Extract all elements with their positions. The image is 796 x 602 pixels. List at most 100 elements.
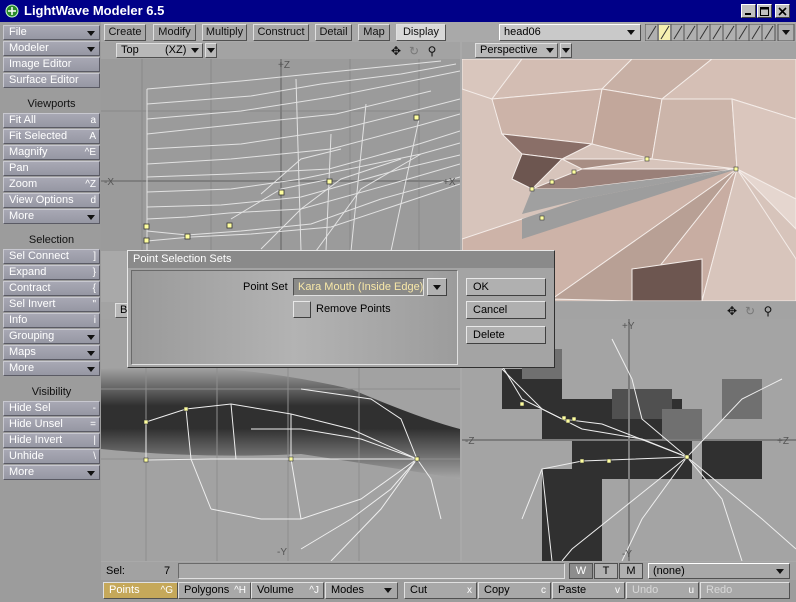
tab-detail[interactable]: Detail [315, 24, 352, 41]
cut-button[interactable]: Cut x [404, 582, 477, 599]
remove-points-checkbox[interactable] [293, 301, 311, 318]
window-title: LightWave Modeler 6.5 [24, 3, 165, 18]
viewport-view-select[interactable]: Top (XZ) [116, 43, 203, 58]
axis-label: +Z [278, 60, 290, 71]
sel-invert-button[interactable]: Sel Invert " [3, 297, 100, 312]
tab-display[interactable]: Display [396, 24, 446, 41]
fit-all-button[interactable]: Fit All a [3, 113, 100, 128]
move-view-icon[interactable]: ✥ [724, 303, 740, 318]
dropdown-arrow-icon [627, 30, 635, 35]
tab-multiply[interactable]: Multiply [202, 24, 247, 41]
delete-button[interactable]: Delete [466, 326, 546, 344]
fit-selected-button[interactable]: Fit Selected A [3, 129, 100, 144]
dropdown-arrow-icon [191, 48, 199, 53]
left-toolbar: File Modeler Image Editor Surface Editor… [0, 22, 101, 602]
lightwave-app-icon[interactable] [4, 3, 20, 19]
info-button[interactable]: Info i [3, 313, 100, 328]
magnify-button[interactable]: Magnify ^E [3, 145, 100, 160]
morph-button[interactable]: M [619, 563, 643, 579]
view-options-button[interactable]: View Options d [3, 193, 100, 208]
axis-label: -Y [277, 547, 287, 558]
minimize-button[interactable] [741, 4, 756, 18]
zoom-button[interactable]: Zoom ^Z [3, 177, 100, 192]
dropdown-arrow-icon [562, 48, 570, 53]
hide-sel-button[interactable]: Hide Sel - [3, 401, 100, 416]
modeler-menu-button[interactable]: Modeler [3, 41, 100, 56]
sel-label: Sel: [106, 565, 125, 577]
move-view-icon[interactable]: ✥ [388, 43, 404, 58]
dropdown-arrow-icon [776, 569, 784, 574]
viewport-view-select[interactable]: Perspective [475, 43, 558, 58]
visibility-header: Visibility [31, 386, 72, 398]
tab-construct[interactable]: Construct [253, 24, 309, 41]
top-viewport-header: Top (XZ) ✥ ↻ ⚲ [101, 42, 460, 59]
file-menu-button[interactable]: File [3, 25, 100, 40]
cancel-button[interactable]: Cancel [466, 301, 546, 319]
remove-points-label: Remove Points [316, 303, 391, 315]
axis-label: +X [443, 177, 456, 188]
close-button[interactable] [775, 4, 790, 18]
tab-map[interactable]: Map [358, 24, 390, 41]
axis-label: -Z [465, 436, 474, 447]
hide-unsel-button[interactable]: Hide Unsel = [3, 417, 100, 432]
dropdown-arrow-icon [87, 367, 95, 372]
status-message-field [178, 563, 565, 579]
wireframe-color-button[interactable]: W [569, 563, 593, 579]
visibility-more-button[interactable]: More [3, 465, 100, 480]
contract-button[interactable]: Contract{ [3, 281, 100, 296]
paste-button[interactable]: Paste v [552, 582, 625, 599]
unhide-button[interactable]: Unhide \ [3, 449, 100, 464]
viewport-render-select[interactable] [560, 43, 572, 58]
image-editor-button[interactable]: Image Editor [3, 57, 100, 72]
layer-buttons[interactable] [645, 24, 795, 41]
point-set-label: Point Set [243, 281, 288, 293]
maximize-button[interactable] [757, 4, 772, 18]
undo-button[interactable]: Undo u [626, 582, 699, 599]
tab-modify[interactable]: Modify [153, 24, 196, 41]
axis-label: -X [104, 177, 114, 188]
rotate-view-icon[interactable]: ↻ [742, 303, 758, 318]
axis-label: +Z [777, 436, 789, 447]
zoom-view-icon[interactable]: ⚲ [424, 43, 440, 58]
dropdown-arrow-icon [87, 471, 95, 476]
zoom-view-icon[interactable]: ⚲ [760, 303, 776, 318]
dropdown-arrow-icon [87, 335, 95, 340]
grouping-button[interactable]: Grouping [3, 329, 100, 344]
dropdown-arrow-icon [87, 31, 95, 36]
viewports-header: Viewports [27, 98, 76, 110]
points-mode-button[interactable]: Points ^G [103, 582, 178, 599]
pan-button[interactable]: Pan [3, 161, 100, 176]
point-set-dropdown-button[interactable] [427, 278, 447, 296]
polygons-mode-button[interactable]: Polygons ^H [178, 582, 251, 599]
surface-editor-button[interactable]: Surface Editor [3, 73, 100, 88]
modes-button[interactable]: Modes [325, 582, 398, 599]
viewports-more-button[interactable]: More [3, 209, 100, 224]
sel-connect-button[interactable]: Sel Connect] [3, 249, 100, 264]
minimize-icon [745, 12, 751, 15]
copy-button[interactable]: Copy c [478, 582, 551, 599]
sel-count: 7 [164, 565, 171, 577]
texture-button[interactable]: T [594, 563, 618, 579]
redo-button[interactable]: Redo [700, 582, 790, 599]
dropdown-arrow-icon [433, 285, 441, 290]
top-viewport[interactable]: +Z -X +X [101, 59, 460, 251]
surface-select[interactable]: (none) [648, 563, 790, 579]
close-icon [778, 6, 787, 16]
selection-header: Selection [28, 234, 75, 246]
ok-button[interactable]: OK [466, 278, 546, 296]
rotate-view-icon[interactable]: ↻ [406, 43, 422, 58]
viewport-render-select[interactable] [205, 43, 217, 58]
title-bar: LightWave Modeler 6.5 [0, 0, 796, 22]
dropdown-arrow-icon [384, 588, 392, 593]
expand-button[interactable]: Expand} [3, 265, 100, 280]
object-select[interactable]: head06 [499, 24, 641, 41]
volume-mode-button[interactable]: Volume ^J [251, 582, 324, 599]
dropdown-arrow-icon [87, 215, 95, 220]
hide-invert-button[interactable]: Hide Invert | [3, 433, 100, 448]
dropdown-arrow-icon [87, 47, 95, 52]
selection-more-button[interactable]: More [3, 361, 100, 376]
tab-create[interactable]: Create [104, 24, 146, 41]
point-set-select[interactable]: Kara Mouth (Inside Edge) [293, 278, 424, 296]
dropdown-arrow-icon [87, 351, 95, 356]
maps-button[interactable]: Maps [3, 345, 100, 360]
